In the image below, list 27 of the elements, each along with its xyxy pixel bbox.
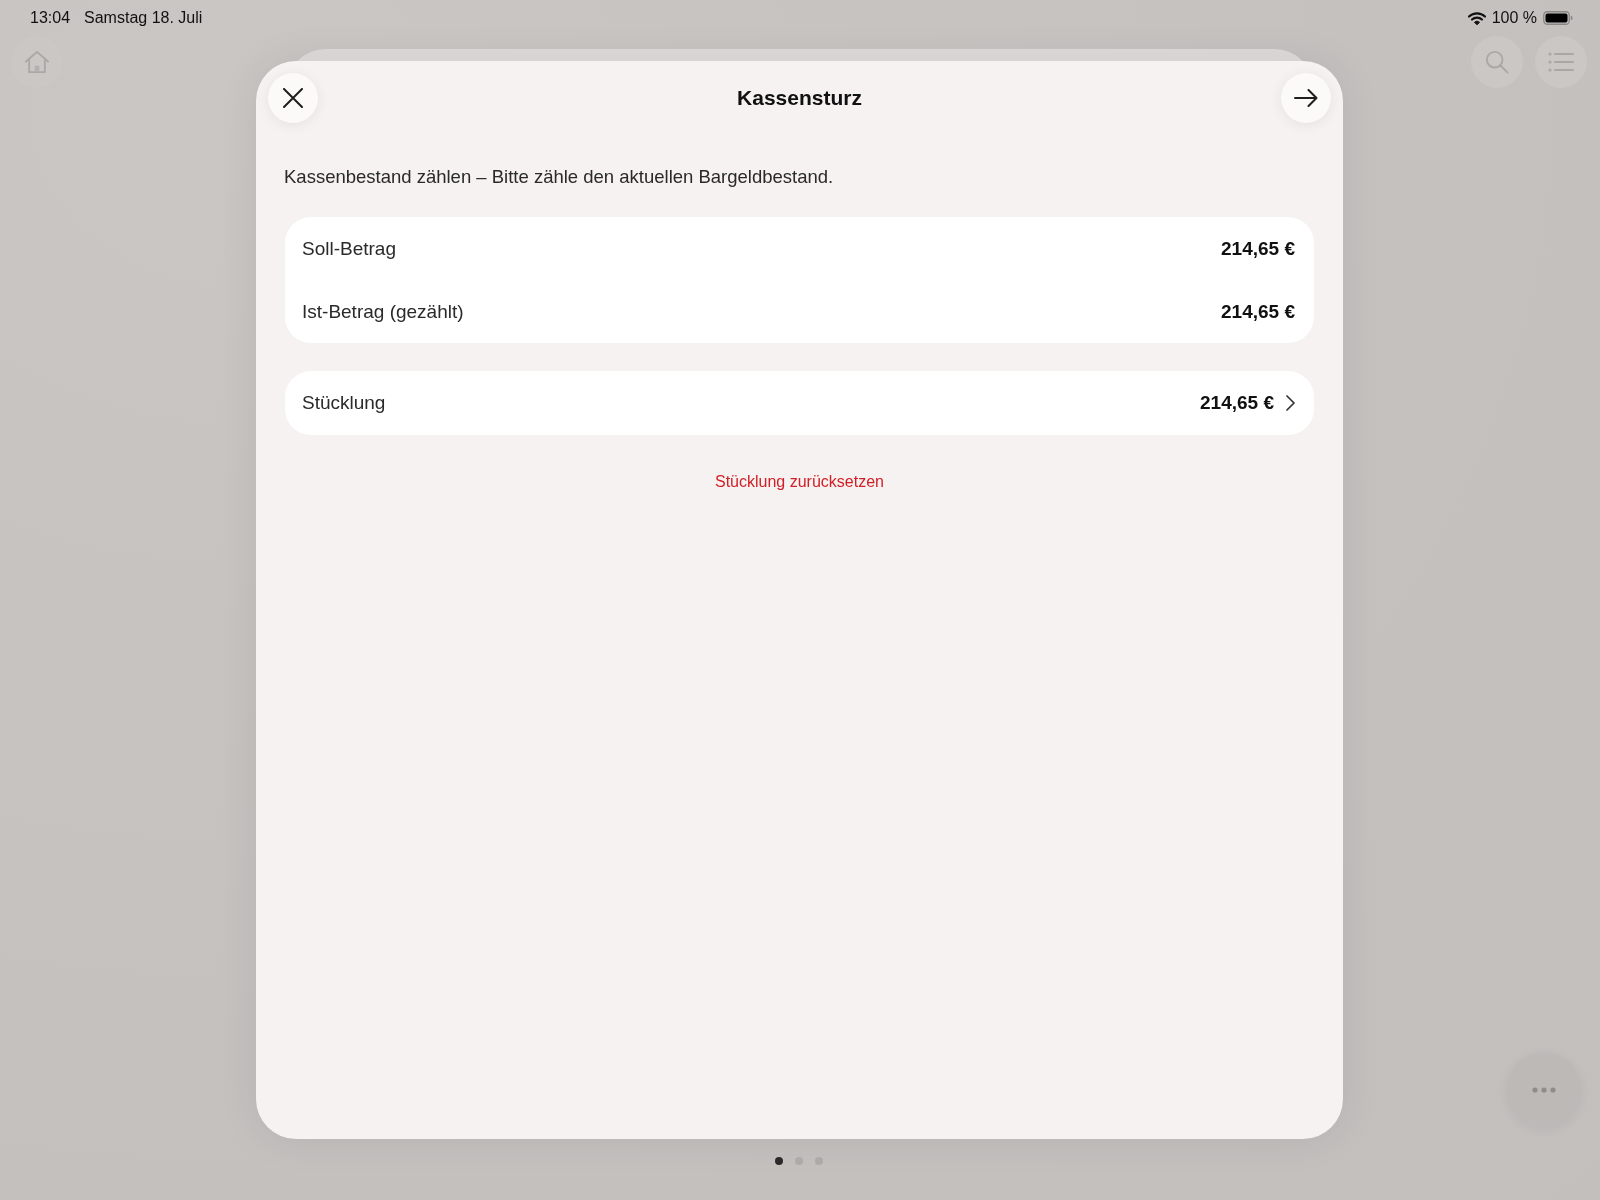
sheet-title: Kassensturz bbox=[737, 86, 862, 110]
amount-label: Soll-Betrag bbox=[302, 237, 396, 260]
denomination-row[interactable]: Stücklung 214,65 € bbox=[285, 371, 1314, 435]
list-icon bbox=[1548, 50, 1574, 74]
list-button[interactable] bbox=[1535, 36, 1587, 88]
chevron-right-icon bbox=[1286, 395, 1295, 411]
status-date: Samstag 18. Juli bbox=[84, 9, 203, 27]
amount-value: 214,65 € bbox=[1221, 300, 1295, 323]
denomination-label: Stücklung bbox=[302, 392, 386, 414]
status-time: 13:04 bbox=[30, 9, 71, 27]
next-button[interactable] bbox=[1281, 73, 1331, 123]
close-button[interactable] bbox=[268, 73, 318, 123]
search-icon bbox=[1484, 50, 1510, 74]
wifi-icon bbox=[1467, 11, 1486, 25]
battery-percentage: 100 % bbox=[1491, 9, 1537, 27]
amount-label: Ist-Betrag (gezählt) bbox=[302, 300, 464, 323]
page-dot[interactable] bbox=[775, 1157, 783, 1165]
battery-icon bbox=[1543, 11, 1573, 25]
amount-value: 214,65 € bbox=[1221, 237, 1295, 260]
ellipsis-icon bbox=[1532, 1087, 1556, 1093]
instruction-text: Kassenbestand zählen – Bitte zähle den aktuellen Bargeldbestand. bbox=[284, 165, 835, 189]
search-button[interactable] bbox=[1471, 36, 1523, 88]
reset-denomination-link[interactable]: Stücklung zurücksetzen bbox=[715, 471, 884, 493]
home-icon bbox=[24, 50, 50, 74]
arrow-right-icon bbox=[1294, 89, 1318, 107]
denomination-amount: 214,65 € bbox=[1200, 392, 1274, 414]
close-icon bbox=[283, 88, 303, 108]
